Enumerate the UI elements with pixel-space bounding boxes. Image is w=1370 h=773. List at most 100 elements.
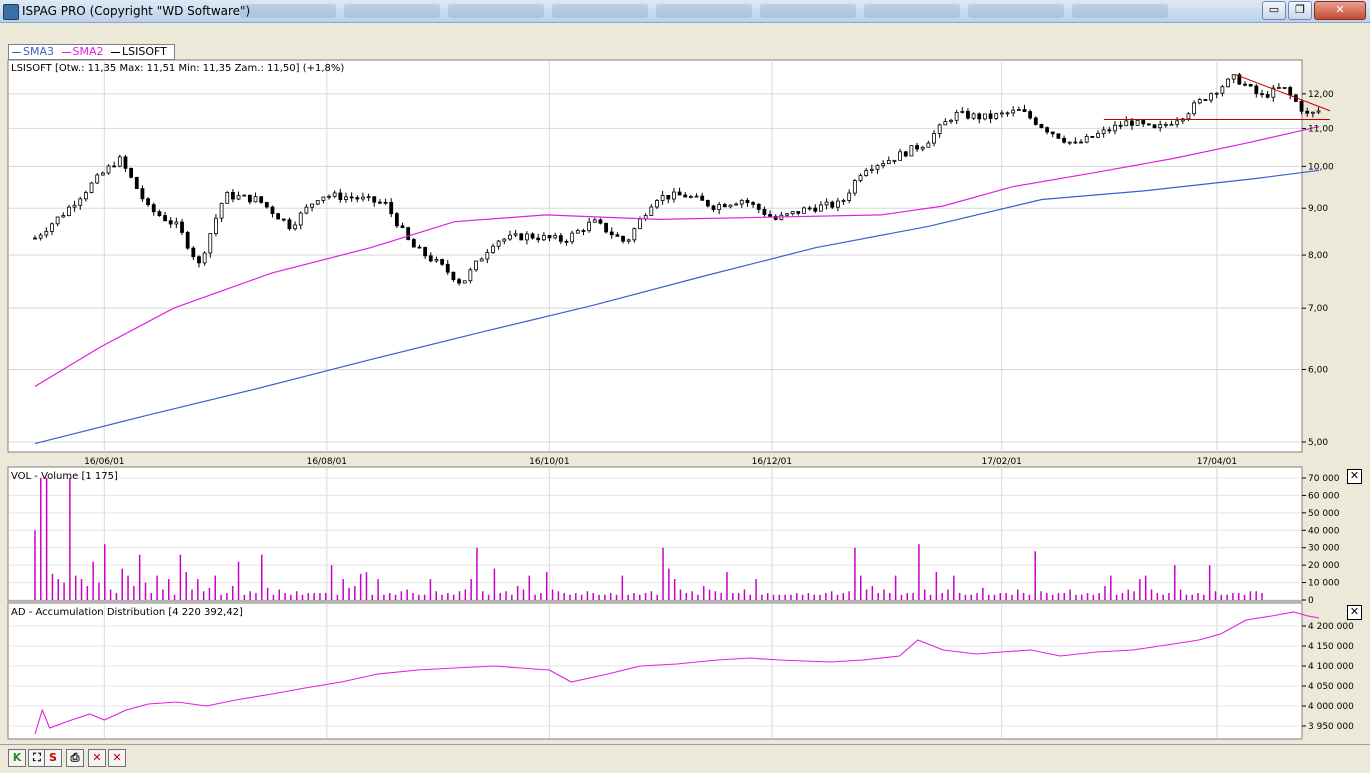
volume-bar — [720, 593, 722, 600]
candle-body — [366, 196, 371, 199]
volume-bar — [976, 593, 978, 600]
volume-bar — [162, 589, 164, 600]
candle-body — [1220, 86, 1225, 94]
price-y-tick-label: 12,00 — [1308, 90, 1334, 100]
volume-bar — [307, 593, 310, 600]
volume-panel-close-button[interactable]: ✕ — [1347, 469, 1362, 484]
delete-all-button[interactable]: ✕ — [108, 749, 126, 767]
candle-body — [875, 165, 880, 170]
volume-bar — [383, 594, 385, 600]
volume-bar — [371, 594, 374, 600]
candle-body — [1090, 135, 1095, 138]
candle-body — [954, 112, 959, 121]
candle-body — [881, 163, 886, 166]
print-button[interactable]: ⎙ — [66, 749, 84, 767]
candle-body — [372, 196, 377, 203]
volume-bar — [1232, 593, 1234, 600]
volume-bar — [150, 593, 153, 600]
volume-bar — [138, 554, 141, 600]
volume-bar — [1249, 591, 1252, 600]
x-tick-label: 16/08/01 — [307, 457, 347, 467]
candle-body — [434, 259, 439, 262]
ad-y-tick-label: 4 100 000 — [1308, 662, 1354, 672]
candle-body — [293, 224, 297, 230]
volume-bar — [865, 589, 868, 600]
candle-body — [1254, 85, 1259, 95]
candle-body — [847, 192, 852, 201]
candle-body — [819, 204, 823, 212]
candle-body — [242, 194, 247, 197]
candle-body — [191, 247, 196, 258]
chart-canvas[interactable]: 16/06/01 16/08/01 16/10/01 16/12/01 17/02/01… — [0, 0, 1370, 744]
volume-bar — [673, 579, 676, 600]
candle-body — [598, 219, 603, 224]
volume-bar — [1028, 594, 1031, 600]
delete-button[interactable]: ✕ — [88, 749, 106, 767]
ad-panel-close-button[interactable]: ✕ — [1347, 605, 1362, 620]
ad-panel[interactable] — [7, 602, 1303, 740]
volume-bar — [115, 593, 118, 600]
candle-body — [1310, 111, 1315, 114]
volume-bar — [1115, 594, 1118, 600]
candle-body — [394, 213, 399, 227]
candle-body — [327, 195, 331, 198]
volume-bar — [249, 591, 251, 600]
volume-panel[interactable] — [7, 466, 1303, 602]
volume-bar — [354, 586, 356, 600]
volume-bar — [970, 594, 972, 600]
volume-bar — [1110, 575, 1112, 600]
candle-body — [553, 235, 558, 239]
candle-body — [790, 211, 795, 215]
candle-body — [140, 188, 145, 200]
volume-bar — [987, 594, 990, 600]
volume-bar — [127, 575, 129, 600]
candle-body — [762, 208, 767, 215]
volume-bar — [1092, 594, 1095, 600]
candle-body — [1028, 111, 1033, 119]
ad-y-tick-label: 3 950 000 — [1308, 722, 1354, 732]
candle-body — [711, 205, 716, 210]
candle-body — [185, 232, 190, 249]
volume-bar — [569, 594, 571, 600]
s-button[interactable]: S — [44, 749, 62, 767]
candle-body — [344, 196, 348, 200]
volume-info-label: VOL - Volume [1 175] — [11, 471, 118, 482]
volume-bar — [545, 572, 548, 600]
volume-bar — [167, 579, 170, 600]
volume-bar — [388, 593, 391, 600]
candle-body — [202, 252, 207, 264]
volume-y-tick-label: 50 000 — [1308, 509, 1340, 519]
candle-body — [55, 216, 60, 225]
candle-body — [1214, 92, 1219, 95]
candle-body — [717, 204, 722, 210]
x-tick-label: 17/02/01 — [981, 457, 1021, 467]
volume-bar — [522, 589, 525, 600]
candle-body — [802, 207, 806, 214]
volume-bar — [342, 579, 344, 600]
candle-body — [1141, 119, 1146, 125]
volume-bar — [755, 579, 757, 600]
candle-body — [259, 196, 264, 203]
candle-body — [1288, 87, 1293, 96]
price-panel[interactable] — [7, 59, 1303, 453]
volume-bar — [877, 593, 879, 600]
candle-body — [1203, 99, 1208, 101]
k-button[interactable]: K — [8, 749, 26, 767]
candle-body — [660, 195, 665, 201]
candle-body — [383, 201, 388, 204]
volume-bar — [458, 591, 461, 600]
volume-bar — [726, 572, 728, 600]
candle-body — [338, 192, 343, 200]
candle-body — [513, 233, 518, 236]
candle-body — [100, 172, 105, 176]
candle-body — [519, 233, 524, 241]
volume-bar — [63, 582, 65, 600]
volume-bar — [900, 594, 903, 600]
candle-body — [38, 234, 43, 239]
candle-body — [78, 198, 83, 206]
candle-body — [564, 240, 569, 243]
volume-bar — [57, 579, 60, 600]
volume-bar — [1022, 593, 1025, 600]
volume-bar — [586, 591, 589, 600]
price-y-tick-label: 5,00 — [1308, 438, 1328, 448]
